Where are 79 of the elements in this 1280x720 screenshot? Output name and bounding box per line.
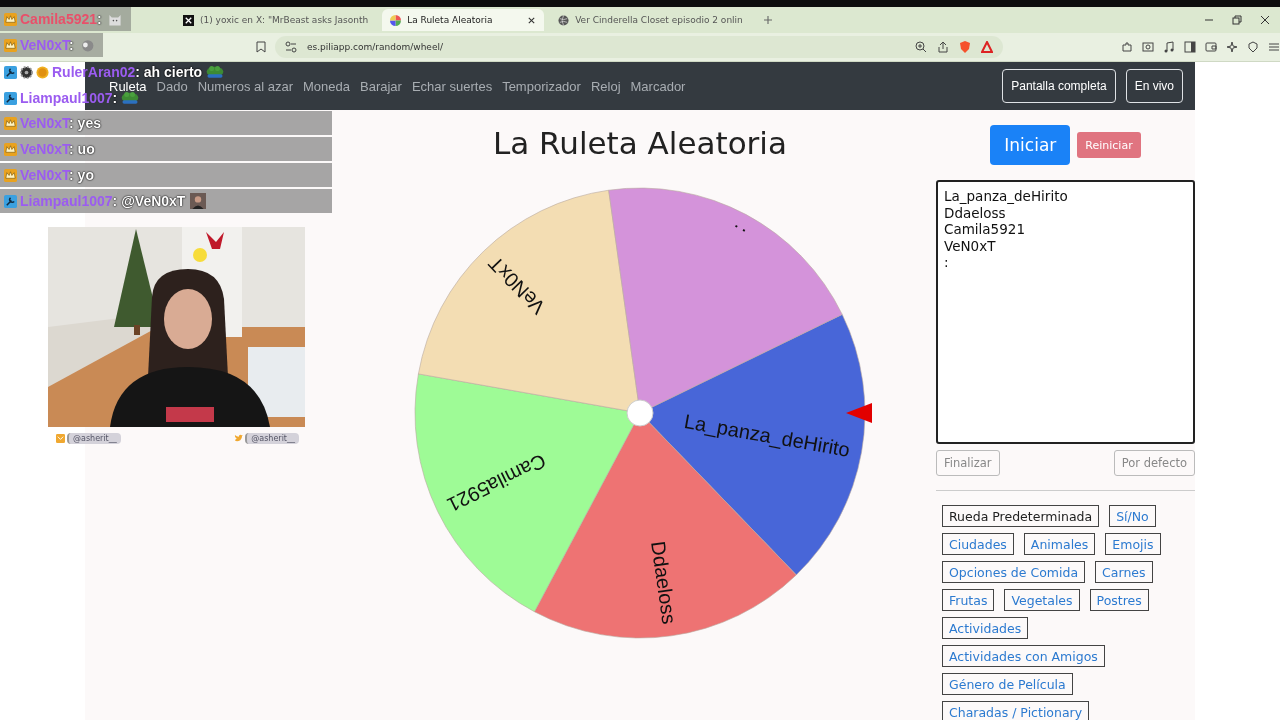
wheel-hub xyxy=(626,399,654,427)
finish-button[interactable]: Finalizar xyxy=(936,450,1000,476)
crown-icon xyxy=(4,168,17,182)
frog-icon xyxy=(205,63,226,79)
nav-link[interactable]: Numeros al azar xyxy=(197,80,294,92)
chat-message: VeN0xT: xyxy=(20,38,74,52)
chat-message: Camila5921: xyxy=(20,12,102,26)
nav-link[interactable]: Barajar xyxy=(360,80,402,92)
slice-label: Ddaeloss xyxy=(647,539,681,626)
preset-button[interactable]: Género de Película xyxy=(942,673,1073,695)
browser-tab[interactable]: (1) yoxic en X: "MrBeast asks Jasonth xyxy=(175,9,377,31)
bookmark-icon[interactable] xyxy=(255,41,267,53)
wrench-icon xyxy=(4,194,17,208)
person-icon xyxy=(188,193,209,209)
preset-button[interactable]: Vegetales xyxy=(1004,589,1080,611)
sparkle-icon[interactable] xyxy=(1226,41,1238,53)
chat-message: VeN0xT: yo xyxy=(20,168,94,182)
sliders-icon[interactable] xyxy=(285,41,297,53)
sidebar-icon[interactable] xyxy=(1184,41,1196,53)
frog-icon xyxy=(120,89,141,105)
music-icon[interactable] xyxy=(1163,41,1175,53)
address-field[interactable]: es.piliapp.com/random/wheel/ xyxy=(275,36,1003,58)
gear-icon xyxy=(20,66,33,79)
wheel-icon xyxy=(390,14,402,26)
chat-message: VeN0xT: yes xyxy=(20,116,101,130)
share-icon[interactable] xyxy=(937,41,949,53)
crown-icon xyxy=(4,38,17,52)
nav-link[interactable]: Echar suertes xyxy=(411,80,493,92)
default-button[interactable]: Por defecto xyxy=(1113,450,1195,476)
page-title: La Ruleta Aleatoria xyxy=(493,125,787,163)
names-field[interactable]: La_panza_deHirito Ddaeloss Camila5921 VeN0xT : xyxy=(936,180,1195,444)
crown-icon xyxy=(4,12,17,26)
preset-button[interactable]: Actividades con Amigos xyxy=(942,645,1105,667)
nav-link[interactable]: Reloj xyxy=(590,80,621,92)
restore-icon[interactable] xyxy=(1232,15,1242,25)
crown-icon xyxy=(4,116,17,130)
nav-button[interactable]: Pantalla completa xyxy=(1002,69,1116,103)
globe-icon xyxy=(558,14,570,26)
close-icon[interactable] xyxy=(1260,15,1270,25)
slice-label: : xyxy=(727,219,750,235)
zoom-icon[interactable] xyxy=(915,41,927,53)
preset-button[interactable]: Animales xyxy=(1023,533,1096,555)
close-icon[interactable] xyxy=(527,15,537,25)
nav-link[interactable]: Ruleta xyxy=(109,80,147,92)
cross-square-icon xyxy=(183,14,194,26)
wrench-icon xyxy=(4,92,17,105)
wallet-icon[interactable] xyxy=(1205,41,1217,53)
preset-button[interactable]: Ciudades xyxy=(942,533,1014,555)
preset-button[interactable]: Carnes xyxy=(1095,561,1153,583)
nav-link[interactable]: Marcador xyxy=(630,80,686,92)
reset-button[interactable]: Reiniciar xyxy=(1077,132,1141,158)
nav-button[interactable]: En vivo xyxy=(1125,69,1183,103)
preset-button[interactable]: Frutas xyxy=(942,589,995,611)
wrench-icon xyxy=(4,66,17,79)
nav-link[interactable]: Moneda xyxy=(303,80,350,92)
browser-tab[interactable]: Ver Cinderella Closet episodio 2 onlin xyxy=(550,9,751,31)
preset-button[interactable]: Emojis xyxy=(1105,533,1161,555)
handle-label: @asherit__ xyxy=(67,433,121,444)
start-button[interactable]: Iniciar xyxy=(990,125,1071,165)
plus-icon[interactable] xyxy=(762,15,773,25)
bird-icon xyxy=(234,434,244,443)
browser-tab[interactable]: La Ruleta Aleatoria xyxy=(382,9,545,31)
preset-button[interactable]: Opciones de Comida xyxy=(942,561,1086,583)
preset-button[interactable]: Charadas / Pictionary xyxy=(942,701,1090,720)
preset-button[interactable]: Postres xyxy=(1089,589,1149,611)
screenshot-icon[interactable] xyxy=(1142,41,1154,53)
nav-link[interactable]: Temporizador xyxy=(502,80,581,92)
preset-button[interactable]: Rueda Predeterminada xyxy=(942,505,1100,527)
puzzle-icon[interactable] xyxy=(1121,41,1133,53)
shield-icon[interactable] xyxy=(1247,41,1259,53)
triangle-icon[interactable] xyxy=(981,41,993,53)
crown-icon xyxy=(4,142,17,156)
preset-button[interactable]: Sí/No xyxy=(1109,505,1156,527)
mail-icon xyxy=(56,434,65,443)
handle-label: @asherit__ xyxy=(245,433,299,444)
coin-icon xyxy=(36,66,49,79)
nav-link[interactable]: Dado xyxy=(156,80,188,92)
chat-message: Liampaul1007: @VeN0xT xyxy=(20,194,186,208)
preset-button[interactable]: Actividades xyxy=(942,617,1029,639)
